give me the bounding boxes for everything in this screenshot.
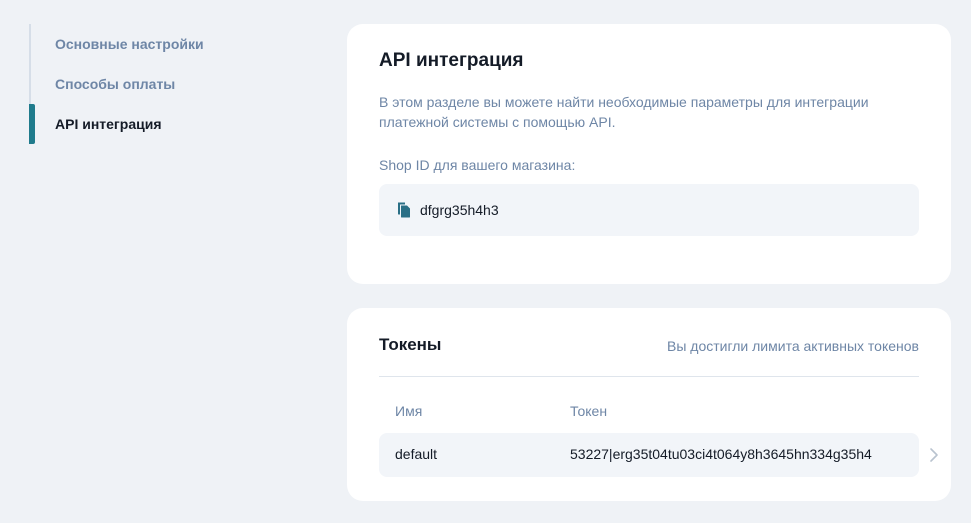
shop-id-value: dfgrg35h4h3 xyxy=(420,202,499,218)
token-value-cell: 53227|erg35t04tu03ci4t064y8h3645hn334g35… xyxy=(570,446,872,462)
api-card-title: API интеграция xyxy=(379,50,524,71)
settings-page: Основные настройки Способы оплаты API ин… xyxy=(0,0,971,523)
copy-icon[interactable] xyxy=(397,202,411,218)
tokens-divider xyxy=(379,376,919,377)
sidebar-item-payment-methods[interactable]: Способы оплаты xyxy=(31,64,289,104)
token-name-cell: default xyxy=(395,446,438,462)
sidebar-item-api-integration[interactable]: API интеграция xyxy=(29,104,289,144)
column-header-name: Имя xyxy=(395,403,423,419)
sidebar-item-label: API интеграция xyxy=(55,116,162,132)
settings-sidebar: Основные настройки Способы оплаты API ин… xyxy=(29,24,289,144)
tokens-card-title: Токены xyxy=(379,335,442,354)
shop-id-label: Shop ID для вашего магазина: xyxy=(379,157,576,173)
api-integration-card: API интеграция В этом разделе вы можете … xyxy=(347,24,951,284)
tokens-card: Токены Вы достигли лимита активных токен… xyxy=(347,308,951,501)
chevron-right-icon[interactable] xyxy=(927,447,941,463)
column-header-token: Токен xyxy=(570,403,608,419)
shop-id-copy-field[interactable]: dfgrg35h4h3 xyxy=(379,184,919,236)
table-row[interactable]: default 53227|erg35t04tu03ci4t064y8h3645… xyxy=(379,433,919,477)
api-card-description: В этом разделе вы можете найти необходим… xyxy=(379,94,869,130)
sidebar-item-label: Способы оплаты xyxy=(55,76,176,92)
sidebar-item-general-settings[interactable]: Основные настройки xyxy=(31,24,289,64)
sidebar-item-label: Основные настройки xyxy=(55,36,204,52)
tokens-limit-notice: Вы достигли лимита активных токенов xyxy=(666,338,919,354)
